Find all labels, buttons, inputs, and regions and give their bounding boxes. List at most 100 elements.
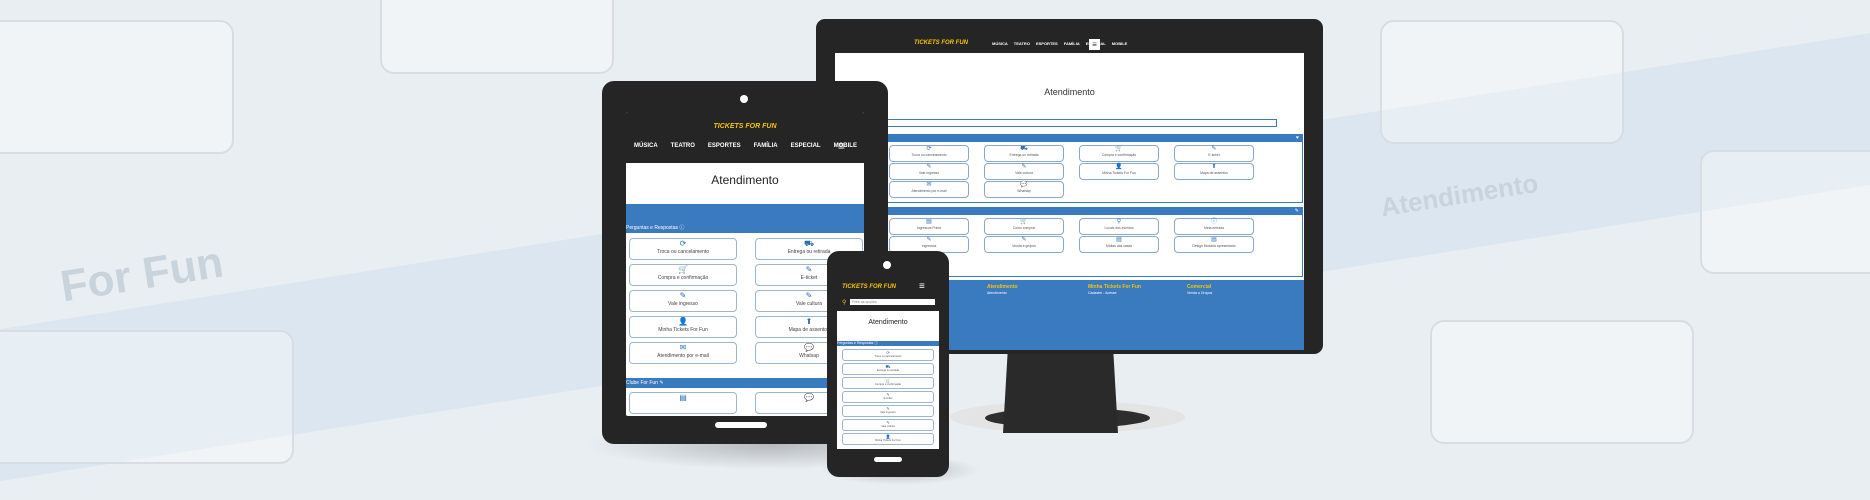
club-option-button[interactable]: 🛒 Como comprar [984,218,1064,235]
phone-navbar: TICKETS FOR FUN ≡ ⚲ Filtre as opções [837,281,939,311]
faq-option-button[interactable]: ⛟ Entrega ou retirada [984,145,1064,162]
search-icon: ⚲ [842,300,847,306]
faq-section-header[interactable]: Perguntas e Respostas ⓘ [626,223,864,233]
faq-option-button[interactable]: 💬 Whatsap [984,181,1064,198]
option-label: Troca ou cancelamento [874,355,902,358]
option-label: Como comprar [1012,226,1036,230]
chat-icon: 💬 [1020,182,1028,188]
option-label: Ingressos Prime [916,226,942,230]
desktop-logo[interactable]: TICKETS FOR FUN [914,40,968,46]
option-label: Design Mozaria apresentado [1192,244,1236,248]
link-icon: ✎ [1294,208,1299,214]
option-label: Minha Tickets For Fun [658,327,708,333]
truck-icon: ⛟ [803,239,815,248]
option-label: Mapa de assentos [1200,171,1228,175]
faq-option-button[interactable]: ✉ Atendimento por e-mail [889,181,969,198]
ticket-icon: ✎ [1021,164,1027,170]
nav-item-musica[interactable]: MÚSICA [992,41,1008,46]
nav-item-esportes[interactable]: ESPORTES [708,143,741,149]
faq-option-button[interactable]: ✎ Vale ingresso [889,163,969,180]
option-label: Compra e confirmação [874,383,902,386]
nav-item-mobile[interactable]: MOBILE [1112,41,1128,46]
faq-option-button[interactable]: ⟳ Troca ou cancelamento [889,145,969,162]
ticket-icon: ✎ [926,237,932,243]
search-input[interactable]: Filtre as opções [850,299,935,305]
footer-col-comercial[interactable]: Comercial [1187,284,1211,290]
club-option-button[interactable]: ⚲ Locais dos eventos [1079,218,1159,235]
faq-option-button[interactable]: 🛒 Compra e confirmação [842,377,934,389]
faq-option-button[interactable]: ✎ Vale cultura [984,163,1064,180]
footer-col-atendimento[interactable]: Atendimento [987,284,1018,290]
faq-option-button[interactable]: 👤 Minha Tickets For Fun [1079,163,1159,180]
option-label: Venda a grupos [1012,244,1036,248]
menu-icon[interactable]: ≡ [1089,39,1100,50]
nav-item-familia[interactable]: FAMÍLIA [754,143,778,149]
menu-icon[interactable]: ≡ [838,139,845,153]
faq-option-button[interactable]: ⟳ Troca ou cancelamento [842,349,934,361]
menu-icon[interactable]: ≡ [919,281,925,292]
phone-logo[interactable]: TICKETS FOR FUN [842,284,896,290]
phone-device: TICKETS FOR FUN ≡ ⚲ Filtre as opções Ate… [827,251,949,477]
faq-option-button[interactable]: ✎ E-ticket [1174,145,1254,162]
faq-option-button[interactable]: 👤 Minha Tickets For Fun [842,433,934,445]
nav-item-esportes[interactable]: ESPORTES [1036,41,1058,46]
faq-option-button[interactable]: ✎ Vale cultura [842,419,934,431]
footer-sub-comercial[interactable]: Venda a Grupos [1187,291,1212,295]
faq-option-button[interactable]: ✉ Atendimento por e-mail [629,342,737,364]
nav-item-teatro[interactable]: TEATRO [671,143,695,149]
tablet-menu: MÚSICA TEATRO ESPORTES FAMÍLIA ESPECIAL … [634,143,857,149]
faq-option-button[interactable]: ⟳ Troca ou cancelamento [629,238,737,260]
faq-section-header[interactable]: ♥ [886,135,1302,142]
faq-option-button[interactable]: 👤 Minha Tickets For Fun [629,316,737,338]
tablet-logo[interactable]: TICKETS FOR FUN [626,123,864,130]
club-option-button[interactable]: ▤ Ingressos Prime [889,218,969,235]
option-label: Locais dos eventos [1104,226,1134,230]
footer-sub-atendimento[interactable]: Atendimento [987,291,1007,295]
option-label: Compra e confirmação [657,275,709,281]
info-icon: ⓘ [1210,219,1217,225]
faq-option-button[interactable]: ✎ Vale ingresso [842,405,934,417]
club-section-header[interactable]: ✎ [886,208,1302,215]
option-label: Minha Tickets For Fun [1102,171,1136,175]
club-option-button[interactable]: ✎ Venda a grupos [984,236,1064,253]
refresh-icon: ⟳ [926,146,932,152]
footer-col-minha[interactable]: Minha Tickets For Fun [1088,284,1141,290]
option-label: Entrega ou retirada [876,369,900,372]
faq-option-button[interactable]: ⛟ Entrega ou retirada [842,363,934,375]
faq-option-button[interactable]: ⬆ Mapa de assentos [1174,163,1254,180]
link-icon: ✎ [659,380,664,386]
seat-icon: ⬆ [1211,164,1217,170]
envelope-icon: ✉ [926,182,932,188]
club-button[interactable]: ▤ [629,392,737,414]
option-label: Atendimento por e-mail [657,353,709,359]
nav-item-familia[interactable]: FAMÍLIA [1064,41,1080,46]
option-label: Minha Tickets For Fun [875,439,901,442]
faq-option-button[interactable]: 🛒 Compra e confirmação [1079,145,1159,162]
nav-item-musica[interactable]: MÚSICA [634,143,658,149]
option-label: Meia-entrada [1204,226,1224,230]
faq-section-header[interactable]: Perguntas e Respostas ⓘ [837,341,939,346]
camera-icon [883,261,891,269]
home-button[interactable] [874,457,902,462]
book-icon: ▤ [926,219,932,225]
club-option-button[interactable]: ▤ Mídias das casas [1079,236,1159,253]
club-option-button[interactable]: ⓘ Meia-entrada [1174,218,1254,235]
faq-option-button[interactable]: ✎ E-ticket [842,391,934,403]
home-button[interactable] [715,422,767,428]
faq-option-button[interactable]: 🛒 Compra e confirmação [629,264,737,286]
cart-icon: 🛒 [1115,146,1123,152]
search-input[interactable] [885,119,1277,127]
nav-item-especial[interactable]: ESPECIAL [791,143,821,149]
club-option-button[interactable]: ▤ Design Mozaria apresentado [1174,236,1254,253]
faq-option-button[interactable]: ✎ Vale ingresso [629,290,737,312]
monitor-neck [1003,353,1118,433]
ticket-icon: ✎ [926,164,932,170]
book-icon: ▤ [679,393,687,402]
faq-section-title: Perguntas e Respostas [626,225,678,231]
option-label: Entrega ou retirada [1009,153,1039,157]
option-label: Troca ou cancelamento [911,153,947,157]
chevron-icon: ♥ [1296,135,1299,141]
nav-item-teatro[interactable]: TEATRO [1014,41,1030,46]
footer-sub-minha[interactable]: Cadastre - Acesse [1088,291,1117,295]
book-icon: ▤ [1211,237,1217,243]
